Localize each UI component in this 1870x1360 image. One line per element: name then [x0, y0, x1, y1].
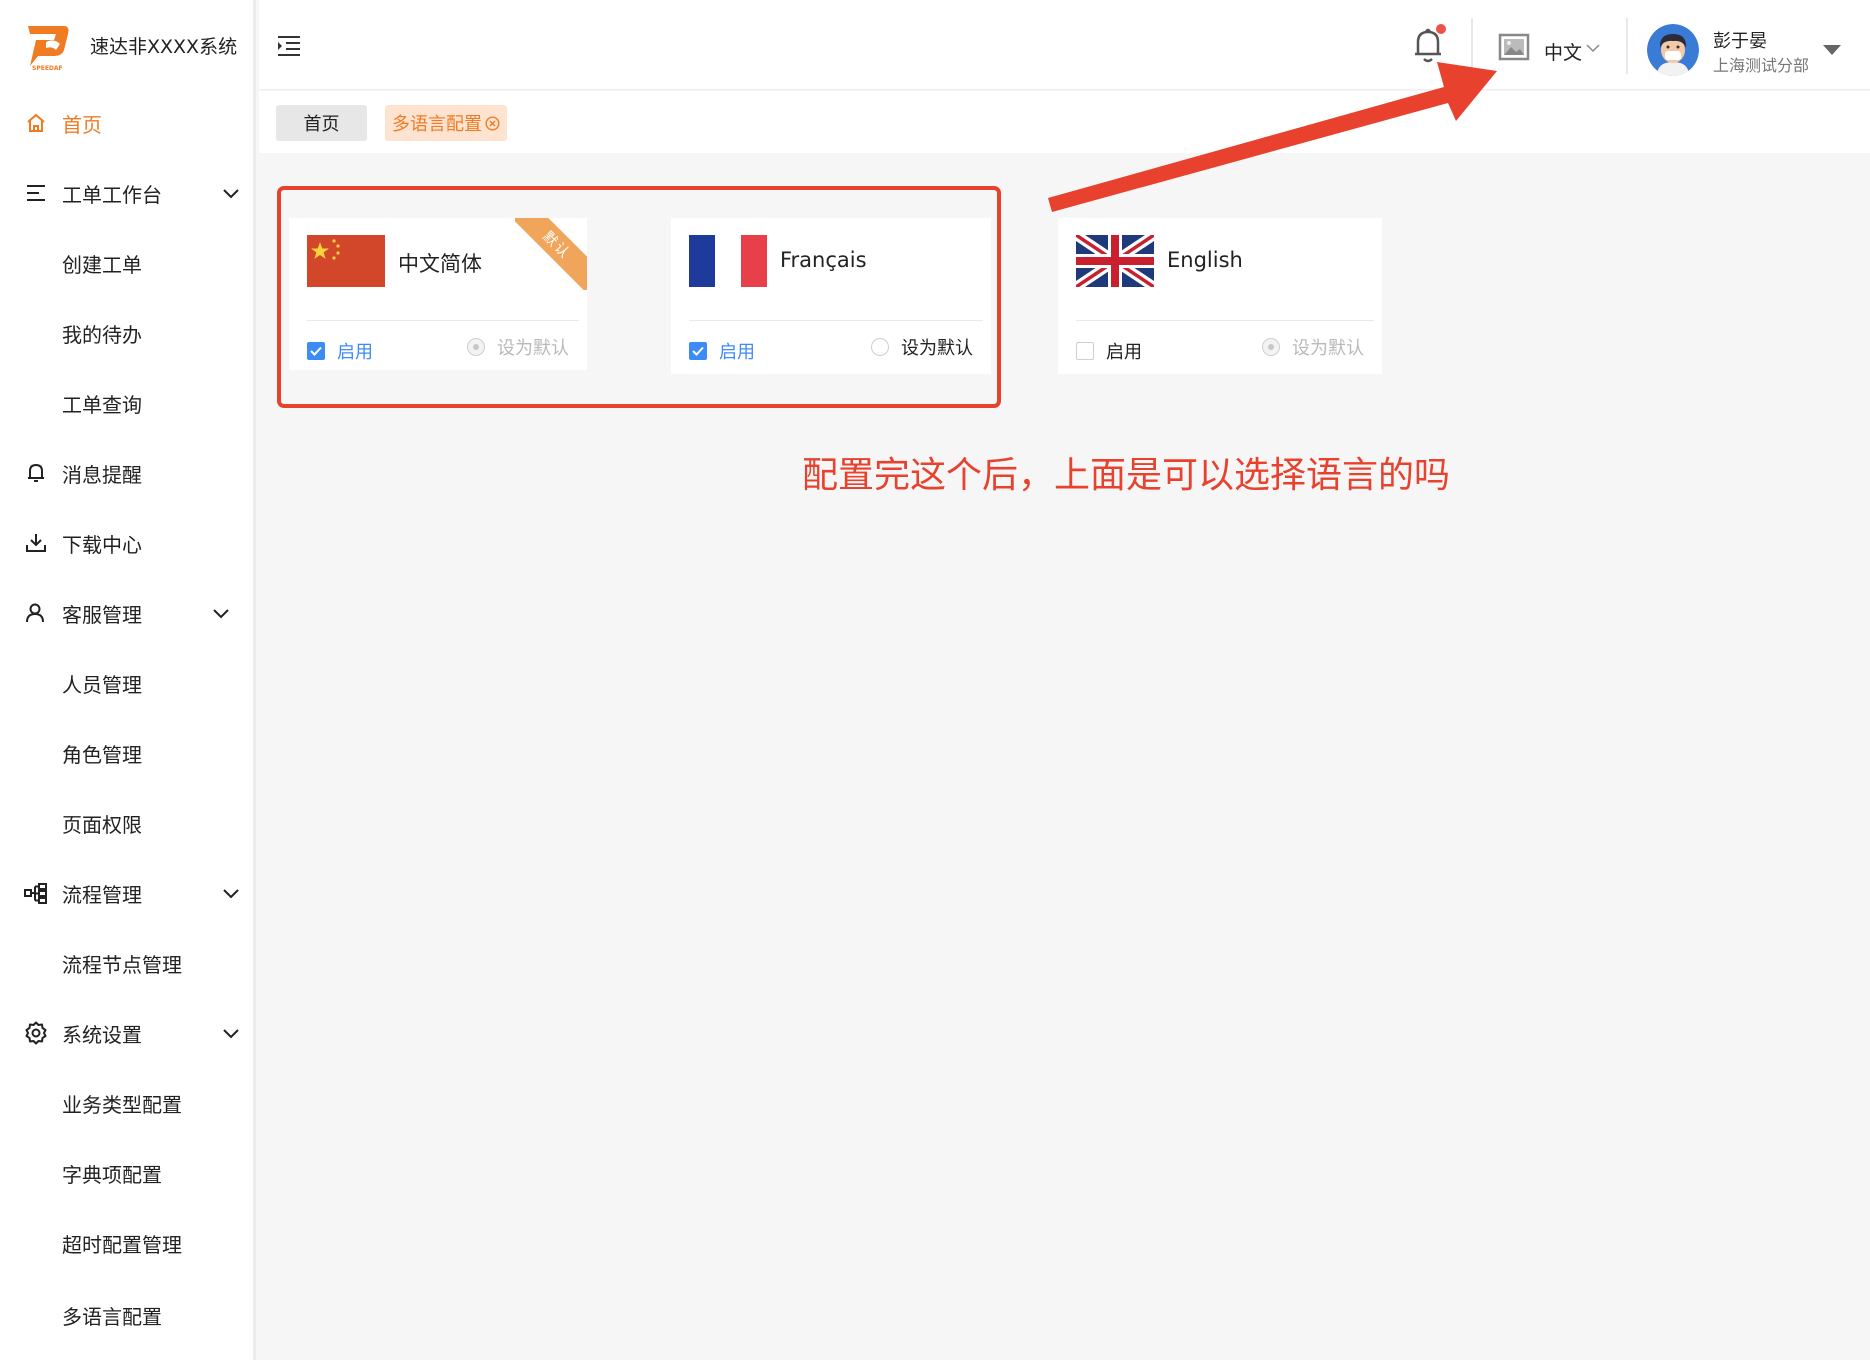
caret-down-icon[interactable] [1822, 44, 1842, 56]
sidebar-item-workbench[interactable]: 工单工作台 [0, 158, 256, 228]
header-divider [1626, 18, 1628, 74]
sidebar-item-label: 人员管理 [62, 672, 142, 697]
language-card-en: English 启用 设为默认 [1058, 218, 1382, 374]
sidebar-item-ticket-query[interactable]: 工单查询 [0, 368, 256, 438]
sidebar-item-business-type-config[interactable]: 业务类型配置 [0, 1068, 256, 1138]
menu-lines-icon [24, 181, 48, 205]
sidebar-item-create-ticket[interactable]: 创建工单 [0, 228, 256, 298]
sidebar-item-staff-management[interactable]: 人员管理 [0, 648, 256, 718]
uk-flag-icon [1076, 235, 1154, 287]
card-divider [1076, 320, 1374, 321]
language-name: English [1167, 248, 1243, 272]
app-title: 速达非XXXX系统 [90, 36, 238, 58]
tab-label: 多语言配置 [392, 114, 482, 135]
avatar[interactable] [1647, 24, 1699, 76]
sidebar-item-timeout-config[interactable]: 超时配置管理 [0, 1208, 256, 1278]
annotation-text: 配置完这个后，上面是可以选择语言的吗 [802, 455, 1451, 496]
sidebar-item-label: 创建工单 [62, 252, 142, 277]
top-header: 中文 彭于晏 上海测试分部 [259, 0, 1870, 90]
chevron-down-icon [223, 1029, 239, 1039]
sidebar-item-dictionary-config[interactable]: 字典项配置 [0, 1138, 256, 1208]
sidebar-item-label: 页面权限 [62, 812, 142, 837]
sidebar-item-home[interactable]: 首页 [0, 88, 256, 158]
user-department: 上海测试分部 [1713, 56, 1810, 75]
chevron-down-icon [223, 189, 239, 199]
svg-text:SPEEDAF: SPEEDAF [32, 65, 63, 72]
sidebar-item-system-settings[interactable]: 系统设置 [0, 998, 256, 1068]
sidebar-item-label: 业务类型配置 [62, 1092, 182, 1117]
sidebar-item-label: 字典项配置 [62, 1162, 162, 1187]
tab-label: 首页 [303, 114, 340, 135]
sidebar: SPEEDAF 速达非XXXX系统 首页 工单工作台 创建工单 我的待办 工单查… [0, 0, 256, 1360]
sidebar-item-process-management[interactable]: 流程管理 [0, 858, 256, 928]
sidebar-item-my-todo[interactable]: 我的待办 [0, 298, 256, 368]
tab-bar: 首页 多语言配置 [259, 91, 1870, 153]
home-icon [24, 111, 48, 135]
sidebar-item-customer-service[interactable]: 客服管理 [0, 578, 256, 648]
sidebar-item-label: 消息提醒 [62, 462, 142, 487]
close-circle-icon[interactable] [485, 115, 500, 131]
sidebar-item-label: 首页 [62, 112, 102, 137]
sidebar-item-label: 工单工作台 [62, 182, 162, 207]
chevron-down-icon[interactable] [1586, 43, 1600, 53]
download-icon [24, 531, 48, 555]
sidebar-item-role-management[interactable]: 角色管理 [0, 718, 256, 788]
sidebar-item-label: 角色管理 [62, 742, 142, 767]
sidebar-item-label: 下载中心 [62, 532, 142, 557]
sidebar-item-messages[interactable]: 消息提醒 [0, 438, 256, 508]
gear-icon [24, 1021, 48, 1045]
sidebar-item-label: 客服管理 [62, 602, 142, 627]
radio-disabled-icon [1262, 338, 1280, 356]
sidebar-item-label: 工单查询 [62, 392, 142, 417]
sidebar-item-label: 流程管理 [62, 882, 142, 907]
image-icon[interactable] [1498, 32, 1530, 62]
sidebar-item-download-center[interactable]: 下载中心 [0, 508, 256, 578]
sidebar-item-page-permissions[interactable]: 页面权限 [0, 788, 256, 858]
flow-icon [24, 881, 48, 905]
tab-multilingual-config[interactable]: 多语言配置 [385, 105, 507, 141]
sidebar-item-process-node-management[interactable]: 流程节点管理 [0, 928, 256, 998]
chevron-down-icon [223, 889, 239, 899]
sidebar-item-label: 流程节点管理 [62, 952, 182, 977]
set-default-radio: 设为默认 [1262, 334, 1364, 360]
collapse-menu-icon[interactable] [276, 34, 302, 56]
bell-icon [24, 461, 48, 485]
set-default-label: 设为默认 [1292, 338, 1364, 359]
header-divider [1471, 18, 1473, 74]
sidebar-item-multilingual-config[interactable]: 多语言配置 [0, 1280, 256, 1350]
user-icon [24, 601, 48, 625]
user-name: 彭于晏 [1713, 31, 1767, 52]
enable-label: 启用 [1106, 342, 1142, 363]
sidebar-item-label: 系统设置 [62, 1022, 142, 1047]
sidebar-item-label: 超时配置管理 [62, 1232, 182, 1257]
sidebar-item-label: 多语言配置 [62, 1304, 162, 1329]
annotation-highlight-box [277, 186, 1001, 408]
speedaf-logo: SPEEDAF [28, 26, 69, 72]
language-selector[interactable]: 中文 [1544, 38, 1582, 65]
enable-checkbox[interactable]: 启用 [1076, 338, 1142, 364]
chevron-down-icon [213, 609, 229, 619]
tab-home[interactable]: 首页 [276, 105, 367, 141]
sidebar-item-label: 我的待办 [62, 322, 142, 347]
checkbox-unchecked-icon[interactable] [1076, 342, 1094, 360]
notification-badge [1436, 24, 1446, 34]
